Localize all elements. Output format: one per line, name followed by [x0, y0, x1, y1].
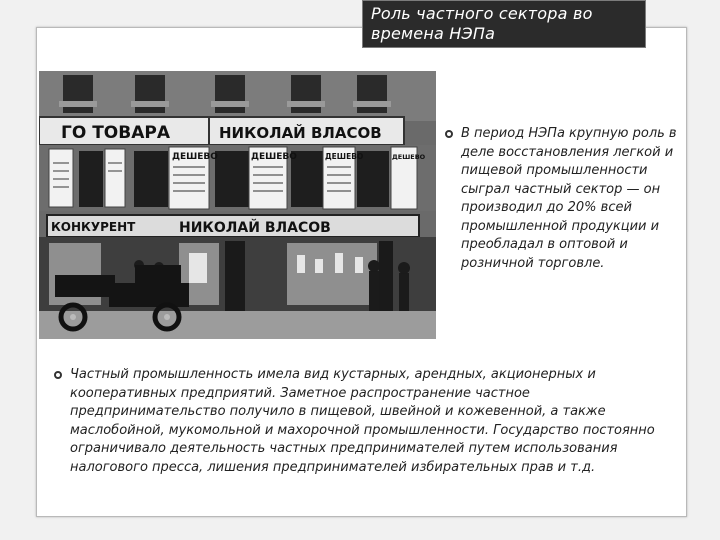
sign-cheap-1: ДЕШЕВО [172, 152, 218, 162]
slide-title: Роль частного сектора во времена НЭПа [362, 0, 646, 48]
bullet-text-1: В период НЭПа крупную роль в деле восста… [461, 126, 677, 271]
sign-top-left: ГО ТОВАРА [61, 123, 171, 143]
sign-top-right: НИКОЛАЙ ВЛАСОВ [219, 123, 382, 142]
bullet-marker-1 [445, 130, 453, 138]
sign-cheap-3: ДЕШЕВО [325, 152, 363, 161]
sign-lower-name: НИКОЛАЙ ВЛАСОВ [179, 219, 331, 236]
sign-cheap-4: ДЕШЕВО [392, 153, 426, 161]
bullet-text-2: Частный промышленность имела вид кустарн… [70, 367, 655, 475]
sign-cheap-2: ДЕШЕВО [251, 152, 297, 162]
slide-title-text: Роль частного сектора во времена НЭПа [371, 4, 593, 43]
bullet-marker-2 [54, 371, 62, 379]
storefront-photo-illustration: ГО ТОВАРА НИКОЛАЙ ВЛАСОВ ДЕШЕВО ДЕШЕВО Д… [39, 71, 436, 339]
sign-competitor: КОНКУРЕНТ [51, 220, 136, 234]
historical-photo: ГО ТОВАРА НИКОЛАЙ ВЛАСОВ ДЕШЕВО ДЕШЕВО Д… [39, 71, 436, 339]
